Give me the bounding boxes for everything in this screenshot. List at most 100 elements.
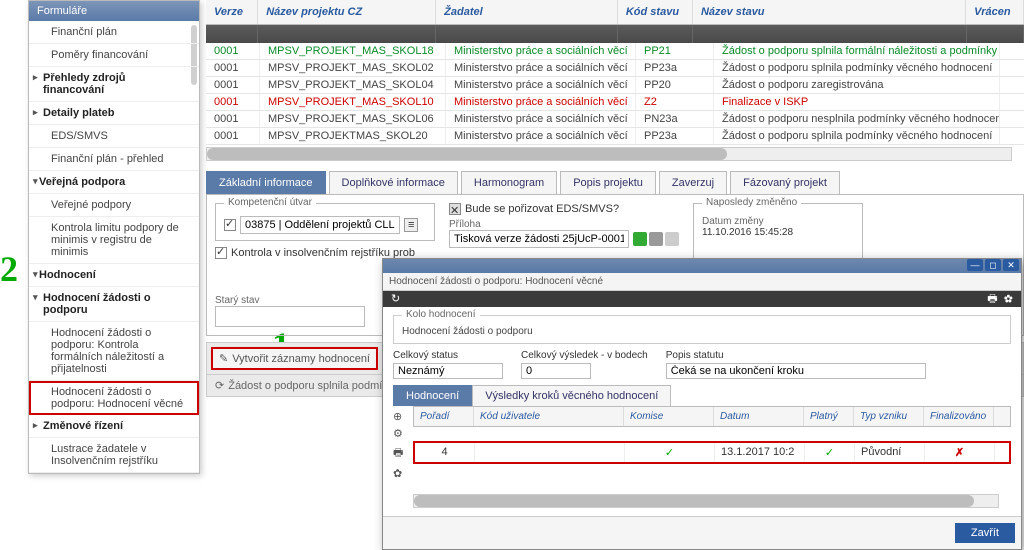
download-icon[interactable]	[633, 232, 647, 246]
table-row[interactable]: 0001MPSV_PROJEKT_MAS_SKOL02Ministerstvo …	[206, 60, 1024, 77]
tab[interactable]: Harmonogram	[461, 171, 557, 194]
modal-toolbar: ↻ 🖶 ✿	[383, 291, 1021, 307]
cell: Z2	[636, 94, 714, 110]
mh-typ-vzniku[interactable]: Typ vzniku	[854, 407, 924, 426]
mh-komise[interactable]: Komise	[624, 407, 714, 426]
mh-finalizovano[interactable]: Finalizováno	[924, 407, 994, 426]
sidebar-item[interactable]: Hodnocení žádosti o podporu: Kontrola fo…	[29, 322, 199, 381]
cell: MPSV_PROJEKT_MAS_SKOL10	[260, 94, 446, 110]
grid-expand-icon[interactable]: ⊕	[393, 410, 413, 423]
grid-hscroll[interactable]	[206, 147, 1012, 161]
table-row[interactable]: 0001MPSV_PROJEKT_MAS_SKOL10Ministerstvo …	[206, 94, 1024, 111]
modal-tab[interactable]: Hodnocení	[393, 385, 472, 406]
sidebar-item[interactable]: Veřejné podpory	[29, 194, 199, 217]
celk-status-label: Celkový status	[393, 350, 503, 361]
cell: Žádost o podporu splnila formální náleži…	[714, 43, 1000, 59]
col-verze[interactable]: Verze	[206, 0, 258, 24]
cell: Žádost o podporu splnila podmínky věcnéh…	[714, 60, 1000, 76]
col-stav[interactable]: Název stavu	[693, 0, 966, 24]
sidebar-item[interactable]: Změnové řízení	[29, 415, 199, 438]
datum-zmeny-value: 11.10.2016 15:45:28	[702, 227, 854, 238]
grid-print-icon[interactable]: 🖶	[393, 444, 413, 463]
sidebar-item[interactable]: Kontrola limitu podpory de minimis v reg…	[29, 217, 199, 264]
cell: Ministerstvo práce a sociálních věcí	[446, 128, 636, 144]
mh-platny[interactable]: Platný	[804, 407, 854, 426]
cell: 0001	[206, 94, 260, 110]
grid-filter-row[interactable]	[206, 25, 1024, 43]
sidebar-item[interactable]: Přehledy zdrojů financování	[29, 67, 199, 102]
col-nazev[interactable]: Název projektu CZ	[258, 0, 436, 24]
stary-stav-input[interactable]	[215, 306, 365, 327]
modal-print-icon[interactable]: 🖶	[987, 293, 997, 305]
mr-kod	[475, 443, 625, 462]
celk-status-input[interactable]	[393, 363, 503, 379]
priloha-input[interactable]	[449, 230, 629, 248]
grid-settings-icon[interactable]: ✿	[393, 467, 413, 480]
annotation-2: 2	[0, 248, 18, 290]
komp-input[interactable]	[240, 216, 400, 234]
cell: Ministerstvo práce a sociálních věcí	[446, 60, 636, 76]
tab[interactable]: Základní informace	[206, 171, 326, 194]
sidebar-item[interactable]: Poměry financování	[29, 44, 199, 67]
priloha-label: Příloha	[449, 219, 679, 230]
zavrit-button[interactable]: Zavřít	[955, 523, 1015, 543]
modal-gear-icon[interactable]: ✿	[1004, 293, 1013, 305]
tab[interactable]: Fázovaný projekt	[730, 171, 840, 194]
komp-checkbox[interactable]	[224, 219, 236, 231]
col-zadatel[interactable]: Žadatel	[436, 0, 618, 24]
modal-close-icon[interactable]: ✕	[1003, 259, 1019, 271]
hodnoceni-modal: — ◻ ✕ Hodnocení žádosti o podporu: Hodno…	[382, 258, 1022, 550]
cell: MPSV_PROJEKT_MAS_SKOL18	[260, 43, 446, 59]
tab[interactable]: Doplňkové informace	[329, 171, 458, 194]
sidebar-item[interactable]: Finanční plán	[29, 21, 199, 44]
sidebar-item[interactable]: Veřejná podpora	[29, 171, 199, 194]
kolo-legend: Kolo hodnocení	[402, 309, 480, 320]
insolv-checkbox[interactable]	[215, 247, 227, 259]
detail-tabs: Základní informaceDoplňkové informaceHar…	[206, 171, 1024, 194]
col-kod[interactable]: Kód stavu	[618, 0, 693, 24]
modal-min-icon[interactable]: —	[967, 259, 983, 271]
mh-kod-uzivatele[interactable]: Kód uživatele	[474, 407, 624, 426]
upload-icon[interactable]	[649, 232, 663, 246]
mr-datum: 13.1.2017 10:2	[715, 443, 805, 462]
refresh-icon[interactable]: ⟳	[215, 379, 224, 392]
sidebar-item[interactable]: EDS/SMVS	[29, 125, 199, 148]
modal-max-icon[interactable]: ◻	[985, 259, 1001, 271]
vytvorit-zaznamy-button[interactable]: ✎ Vytvořit záznamy hodnocení	[211, 347, 378, 370]
tab[interactable]: Popis projektu	[560, 171, 656, 194]
sidebar-item[interactable]: Detaily plateb	[29, 102, 199, 125]
lookup-icon[interactable]: ≡	[404, 218, 418, 232]
table-row[interactable]: 0001MPSV_PROJEKTMAS_SKOL20Ministerstvo p…	[206, 128, 1024, 145]
sidebar-item[interactable]: Hodnocení	[29, 264, 199, 287]
popis-input[interactable]	[666, 363, 926, 379]
grid-header: Verze Název projektu CZ Žadatel Kód stav…	[206, 0, 1024, 25]
kompetencni-legend: Kompetenční útvar	[224, 197, 316, 208]
view-icon[interactable]	[665, 232, 679, 246]
modal-grid-row[interactable]: 4 ✓ 13.1.2017 10:2 ✓ Původní ✗	[413, 441, 1011, 464]
table-row[interactable]: 0001MPSV_PROJEKT_MAS_SKOL18Ministerstvo …	[206, 43, 1024, 60]
cell: 0001	[206, 111, 260, 127]
modal-tab[interactable]: Výsledky kroků věcného hodnocení	[472, 385, 671, 406]
sidebar-item[interactable]: Lustrace žadatele v Insolvenčním rejstří…	[29, 438, 199, 473]
cell: 0001	[206, 43, 260, 59]
sidebar: Formuláře Finanční plánPoměry financován…	[28, 0, 200, 474]
cell: Žádost o podporu zaregistrována	[714, 77, 1000, 93]
modal-titlebar[interactable]: — ◻ ✕	[383, 259, 1021, 273]
tab[interactable]: Zaverzuj	[659, 171, 727, 194]
cell: MPSV_PROJEKT_MAS_SKOL04	[260, 77, 446, 93]
sidebar-item[interactable]: Finanční plán - přehled	[29, 148, 199, 171]
col-vracen[interactable]: Vrácen	[966, 0, 1024, 24]
celk-vysl-input[interactable]	[521, 363, 591, 379]
modal-reload-icon[interactable]: ↻	[391, 291, 400, 307]
modal-hscroll[interactable]	[413, 494, 999, 508]
table-row[interactable]: 0001MPSV_PROJEKT_MAS_SKOL04Ministerstvo …	[206, 77, 1024, 94]
eds-checkbox[interactable]: ✕	[449, 203, 461, 215]
mh-datum[interactable]: Datum	[714, 407, 804, 426]
mr-finalizovano-x-icon: ✗	[925, 443, 995, 462]
sidebar-item[interactable]: Hodnocení žádosti o podporu	[29, 287, 199, 322]
cell: 0001	[206, 77, 260, 93]
mh-poradi[interactable]: Pořadí	[414, 407, 474, 426]
table-row[interactable]: 0001MPSV_PROJEKT_MAS_SKOL06Ministerstvo …	[206, 111, 1024, 128]
sidebar-item[interactable]: Hodnocení žádosti o podporu: Hodnocení v…	[29, 381, 199, 415]
grid-link-icon[interactable]: ⚙	[393, 427, 413, 440]
